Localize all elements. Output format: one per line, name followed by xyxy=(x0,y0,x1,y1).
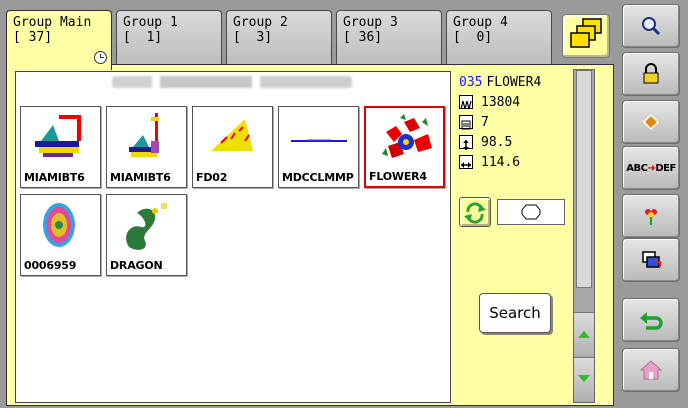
tab-name: Group 3 xyxy=(343,15,398,30)
design-list: MIAMIBT6 MIAMIBT6 FD02 MDCCLMMP FLOWER4 … xyxy=(15,71,451,403)
mdcclmmp-design-icon xyxy=(291,139,347,142)
arrow-down-icon xyxy=(578,375,590,382)
group-tabs: Group Main [ 37] Group 1 [ 1] Group 2 [ … xyxy=(6,10,558,70)
folders-button[interactable] xyxy=(562,14,610,58)
send-to-machine-button[interactable] xyxy=(622,238,680,282)
magnifier-icon xyxy=(642,17,661,36)
design-info-panel: 035 FLOWER4 13804 7 98.5 114.6 Search xyxy=(459,71,569,403)
scrollbar-thumb[interactable] xyxy=(576,70,592,288)
tab-group-2[interactable]: Group 2 [ 3] xyxy=(226,10,332,66)
design-label: MDCCLMMP xyxy=(282,171,354,184)
lock-button[interactable] xyxy=(622,52,680,96)
abc-def-label: ABC➜DEF xyxy=(626,162,676,174)
design-thumb-3[interactable]: FD02 xyxy=(192,106,273,188)
abc-def-button[interactable]: ABC➜DEF xyxy=(622,146,680,190)
tab-group-1[interactable]: Group 1 [ 1] xyxy=(116,10,222,66)
tab-count: [ 36] xyxy=(343,30,383,45)
scroll-down-button[interactable] xyxy=(574,357,594,401)
miamibt6-design-icon xyxy=(129,113,159,157)
design-thumb-2[interactable]: MIAMIBT6 xyxy=(106,106,187,188)
back-arrow-icon xyxy=(640,312,663,330)
height-icon xyxy=(459,135,473,150)
list-scrollbar[interactable] xyxy=(573,69,595,403)
tab-group-3[interactable]: Group 3 [ 36] xyxy=(336,10,442,66)
0006959-design-icon xyxy=(43,203,75,247)
design-width: 114.6 xyxy=(481,154,521,170)
design-thumb-1[interactable]: MIAMIBT6 xyxy=(20,106,101,188)
design-name: FLOWER4 xyxy=(486,74,542,90)
clock-icon xyxy=(94,51,107,64)
design-label: MIAMIBT6 xyxy=(24,171,85,184)
design-thumb-5-selected[interactable]: FLOWER4 xyxy=(364,106,445,188)
design-height: 98.5 xyxy=(481,134,513,150)
home-button[interactable] xyxy=(622,348,680,392)
main-panel: MIAMIBT6 MIAMIBT6 FD02 MDCCLMMP FLOWER4 … xyxy=(6,64,614,406)
info-width-row: 114.6 xyxy=(459,153,569,171)
lock-icon xyxy=(643,63,659,84)
scroll-up-button[interactable] xyxy=(574,312,594,356)
frame-shape-display xyxy=(497,199,565,225)
flower-icon xyxy=(645,209,657,225)
info-stitches-row: 13804 xyxy=(459,93,569,111)
diamond-icon xyxy=(642,113,660,131)
tab-group-4[interactable]: Group 4 [ 0] xyxy=(446,10,552,66)
rotate-button[interactable] xyxy=(459,197,491,227)
design-label: 0006959 xyxy=(24,259,77,272)
tab-name: Group Main xyxy=(13,15,92,30)
tab-name: Group 4 xyxy=(453,15,508,30)
blurred-folder-title xyxy=(112,76,352,88)
dragon-design-icon xyxy=(126,203,167,250)
color-count-icon xyxy=(459,115,473,130)
design-label: DRAGON xyxy=(110,259,163,272)
send-frame-icon xyxy=(642,251,661,268)
arrow-up-icon xyxy=(578,331,590,338)
tab-name: Group 1 xyxy=(123,15,178,30)
fd02-design-icon xyxy=(211,119,253,151)
color-change-button[interactable] xyxy=(622,194,680,238)
tab-count: [ 0] xyxy=(453,30,493,45)
info-height-row: 98.5 xyxy=(459,133,569,151)
tab-count: [ 3] xyxy=(233,30,273,45)
tab-count: [ 37] xyxy=(13,30,53,45)
design-label: FD02 xyxy=(196,171,228,184)
tab-count: [ 1] xyxy=(123,30,163,45)
design-number: 035 xyxy=(459,74,483,90)
tab-name: Group 2 xyxy=(233,15,288,30)
back-button[interactable] xyxy=(622,298,680,342)
design-label: MIAMIBT6 xyxy=(110,171,171,184)
design-thumb-4[interactable]: MDCCLMMP xyxy=(278,106,359,188)
sewing-point-button[interactable] xyxy=(622,100,680,144)
design-thumb-6[interactable]: 0006959 xyxy=(20,194,101,276)
stitch-count-icon xyxy=(459,95,473,110)
info-name-row: 035 FLOWER4 xyxy=(459,73,569,91)
zoom-button[interactable] xyxy=(622,4,680,48)
info-colors-row: 7 xyxy=(459,113,569,131)
rotate-icon xyxy=(464,202,486,224)
tab-group-main[interactable]: Group Main [ 37] xyxy=(6,10,112,70)
octagon-frame-icon xyxy=(521,204,541,220)
design-thumb-7[interactable]: DRAGON xyxy=(106,194,187,276)
width-icon xyxy=(459,155,473,169)
design-label: FLOWER4 xyxy=(369,170,427,183)
stitch-count: 13804 xyxy=(481,94,521,110)
home-icon xyxy=(639,360,663,380)
miamibt6-design-icon xyxy=(35,115,81,157)
folders-icon xyxy=(570,18,602,48)
search-button[interactable]: Search xyxy=(479,293,551,333)
color-count: 7 xyxy=(481,114,489,130)
flower4-design-icon xyxy=(382,114,432,158)
